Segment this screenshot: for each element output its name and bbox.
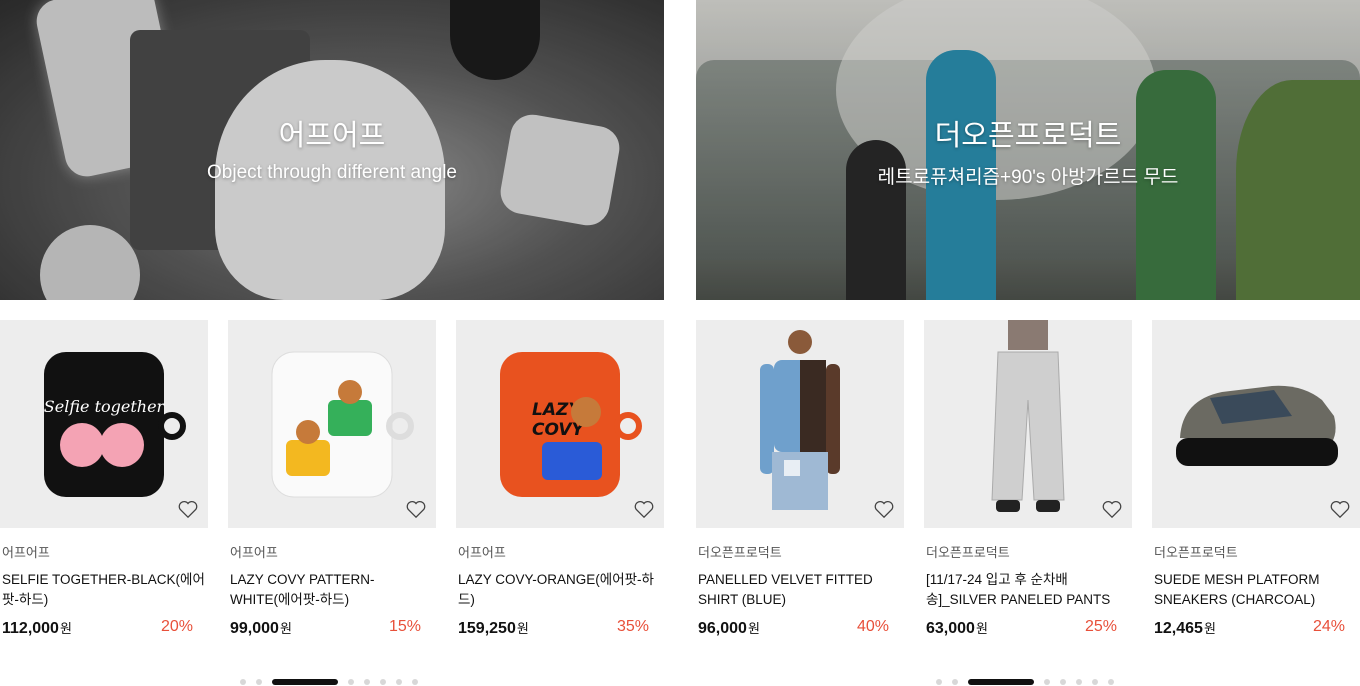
brand-banner[interactable]: 어프어프 Object through different angle (0, 0, 664, 300)
product-brand: 어프어프 (2, 545, 50, 560)
pagination-dot[interactable] (1108, 679, 1114, 685)
wishlist-heart-icon[interactable] (633, 499, 655, 519)
product-brand: 더오픈프로덕트 (926, 545, 1010, 560)
product-price: 159,250원 (458, 620, 529, 637)
pagination-dot-active[interactable] (272, 679, 338, 685)
product-price: 99,000원 (230, 620, 292, 637)
price-row: 63,000원 25% (924, 618, 1132, 638)
product-card[interactable]: 어프어프 LAZY COVY PATTERN-WHITE(에어팟-하드) 99,… (228, 320, 436, 638)
product-brand: 더오픈프로덕트 (1154, 545, 1238, 560)
price-row: 12,465원 24% (1152, 618, 1360, 638)
discount-rate: 35% (616, 618, 649, 635)
product-name[interactable]: [11/17-24 입고 후 순차배송]_SILVER PANELED PANT… (924, 570, 1130, 610)
product-brand: 더오픈프로덕트 (698, 545, 782, 560)
product-thumbnail[interactable] (696, 320, 904, 528)
product-price: 112,000원 (2, 620, 72, 637)
pagination-dot[interactable] (364, 679, 370, 685)
product-thumbnail[interactable] (228, 320, 436, 528)
airpods-case-icon: Selfie together (44, 352, 186, 497)
pagination-dot[interactable] (240, 679, 246, 685)
wishlist-heart-icon[interactable] (1329, 499, 1351, 519)
banner-subtitle: Object through different angle (207, 162, 457, 183)
pagination-dot[interactable] (396, 679, 402, 685)
product-name[interactable]: SUEDE MESH PLATFORM SNEAKERS (CHARCOAL) (1152, 570, 1358, 610)
product-thumbnail[interactable]: Selfie together (0, 320, 208, 528)
pagination-dot[interactable] (1044, 679, 1050, 685)
product-price: 12,465원 (1154, 620, 1216, 637)
discount-rate: 25% (1084, 618, 1117, 635)
banner-title: 어프어프 (278, 120, 386, 152)
price-row: 112,000원 20% (0, 618, 208, 638)
shirt-icon (760, 330, 840, 510)
discount-rate: 20% (160, 618, 193, 635)
product-card[interactable]: 더오픈프로덕트 PANELLED VELVET FITTED SHIRT (BL… (696, 320, 904, 638)
product-card[interactable]: 더오픈프로덕트 SUEDE MESH PLATFORM SNEAKERS (CH… (1152, 320, 1360, 638)
sneaker-icon (1176, 385, 1338, 466)
brand-banner[interactable]: 더오픈프로덕트 레트로퓨쳐리즘+90's 아방가르드 무드 (696, 0, 1360, 300)
wishlist-heart-icon[interactable] (405, 499, 427, 519)
carousel-pagination (240, 678, 428, 686)
pagination-dot[interactable] (412, 679, 418, 685)
banner-title: 더오픈프로덕트 (934, 120, 1122, 152)
wishlist-heart-icon[interactable] (1101, 499, 1123, 519)
product-name[interactable]: PANELLED VELVET FITTED SHIRT (BLUE) (696, 570, 902, 610)
product-name[interactable]: SELFIE TOGETHER-BLACK(에어팟-하드) (0, 570, 206, 610)
wishlist-heart-icon[interactable] (873, 499, 895, 519)
product-price: 96,000원 (698, 620, 760, 637)
pants-icon (991, 320, 1065, 512)
price-row: 96,000원 40% (696, 618, 904, 638)
pagination-dot[interactable] (952, 679, 958, 685)
product-brand: 어프어프 (458, 545, 506, 560)
pagination-dot-active[interactable] (968, 679, 1034, 685)
pagination-dot[interactable] (348, 679, 354, 685)
svg-text:Selfie together: Selfie together (44, 397, 166, 416)
airpods-case-icon: LAZY COVY (500, 352, 642, 497)
product-card[interactable]: 더오픈프로덕트 [11/17-24 입고 후 순차배송]_SILVER PANE… (924, 320, 1132, 638)
carousel-pagination (936, 678, 1124, 686)
product-thumbnail[interactable] (924, 320, 1132, 528)
pagination-dot[interactable] (936, 679, 942, 685)
product-name[interactable]: LAZY COVY-ORANGE(에어팟-하드) (456, 570, 662, 610)
product-brand: 어프어프 (230, 545, 278, 560)
airpods-case-icon (271, 351, 414, 498)
pagination-dot[interactable] (1060, 679, 1066, 685)
banner-subtitle: 레트로퓨쳐리즘+90's 아방가르드 무드 (877, 167, 1179, 188)
discount-rate: 40% (856, 618, 889, 635)
product-card[interactable]: LAZY COVY 어프어프 LAZY COVY-ORANGE(에어팟-하드) … (456, 320, 664, 638)
pagination-dot[interactable] (1092, 679, 1098, 685)
pagination-dot[interactable] (256, 679, 262, 685)
discount-rate: 24% (1312, 618, 1345, 635)
pagination-dot[interactable] (380, 679, 386, 685)
price-row: 159,250원 35% (456, 618, 664, 638)
discount-rate: 15% (388, 618, 421, 635)
product-price: 63,000원 (926, 620, 988, 637)
brand-section-apfapf: 어프어프 Object through different angle Self… (0, 0, 664, 686)
price-row: 99,000원 15% (228, 618, 436, 638)
product-thumbnail[interactable] (1152, 320, 1360, 528)
product-list: 더오픈프로덕트 PANELLED VELVET FITTED SHIRT (BL… (696, 320, 1360, 650)
product-thumbnail[interactable]: LAZY COVY (456, 320, 664, 528)
brand-section-theopenproduct: 더오픈프로덕트 레트로퓨쳐리즘+90's 아방가르드 무드 더오픈프로덕트 PA… (696, 0, 1360, 686)
product-name[interactable]: LAZY COVY PATTERN-WHITE(에어팟-하드) (228, 570, 434, 610)
pagination-dot[interactable] (1076, 679, 1082, 685)
wishlist-heart-icon[interactable] (177, 499, 199, 519)
product-card[interactable]: Selfie together 어프어프 SELFIE TOGETHER-BLA… (0, 320, 208, 638)
product-list: Selfie together 어프어프 SELFIE TOGETHER-BLA… (0, 320, 664, 650)
